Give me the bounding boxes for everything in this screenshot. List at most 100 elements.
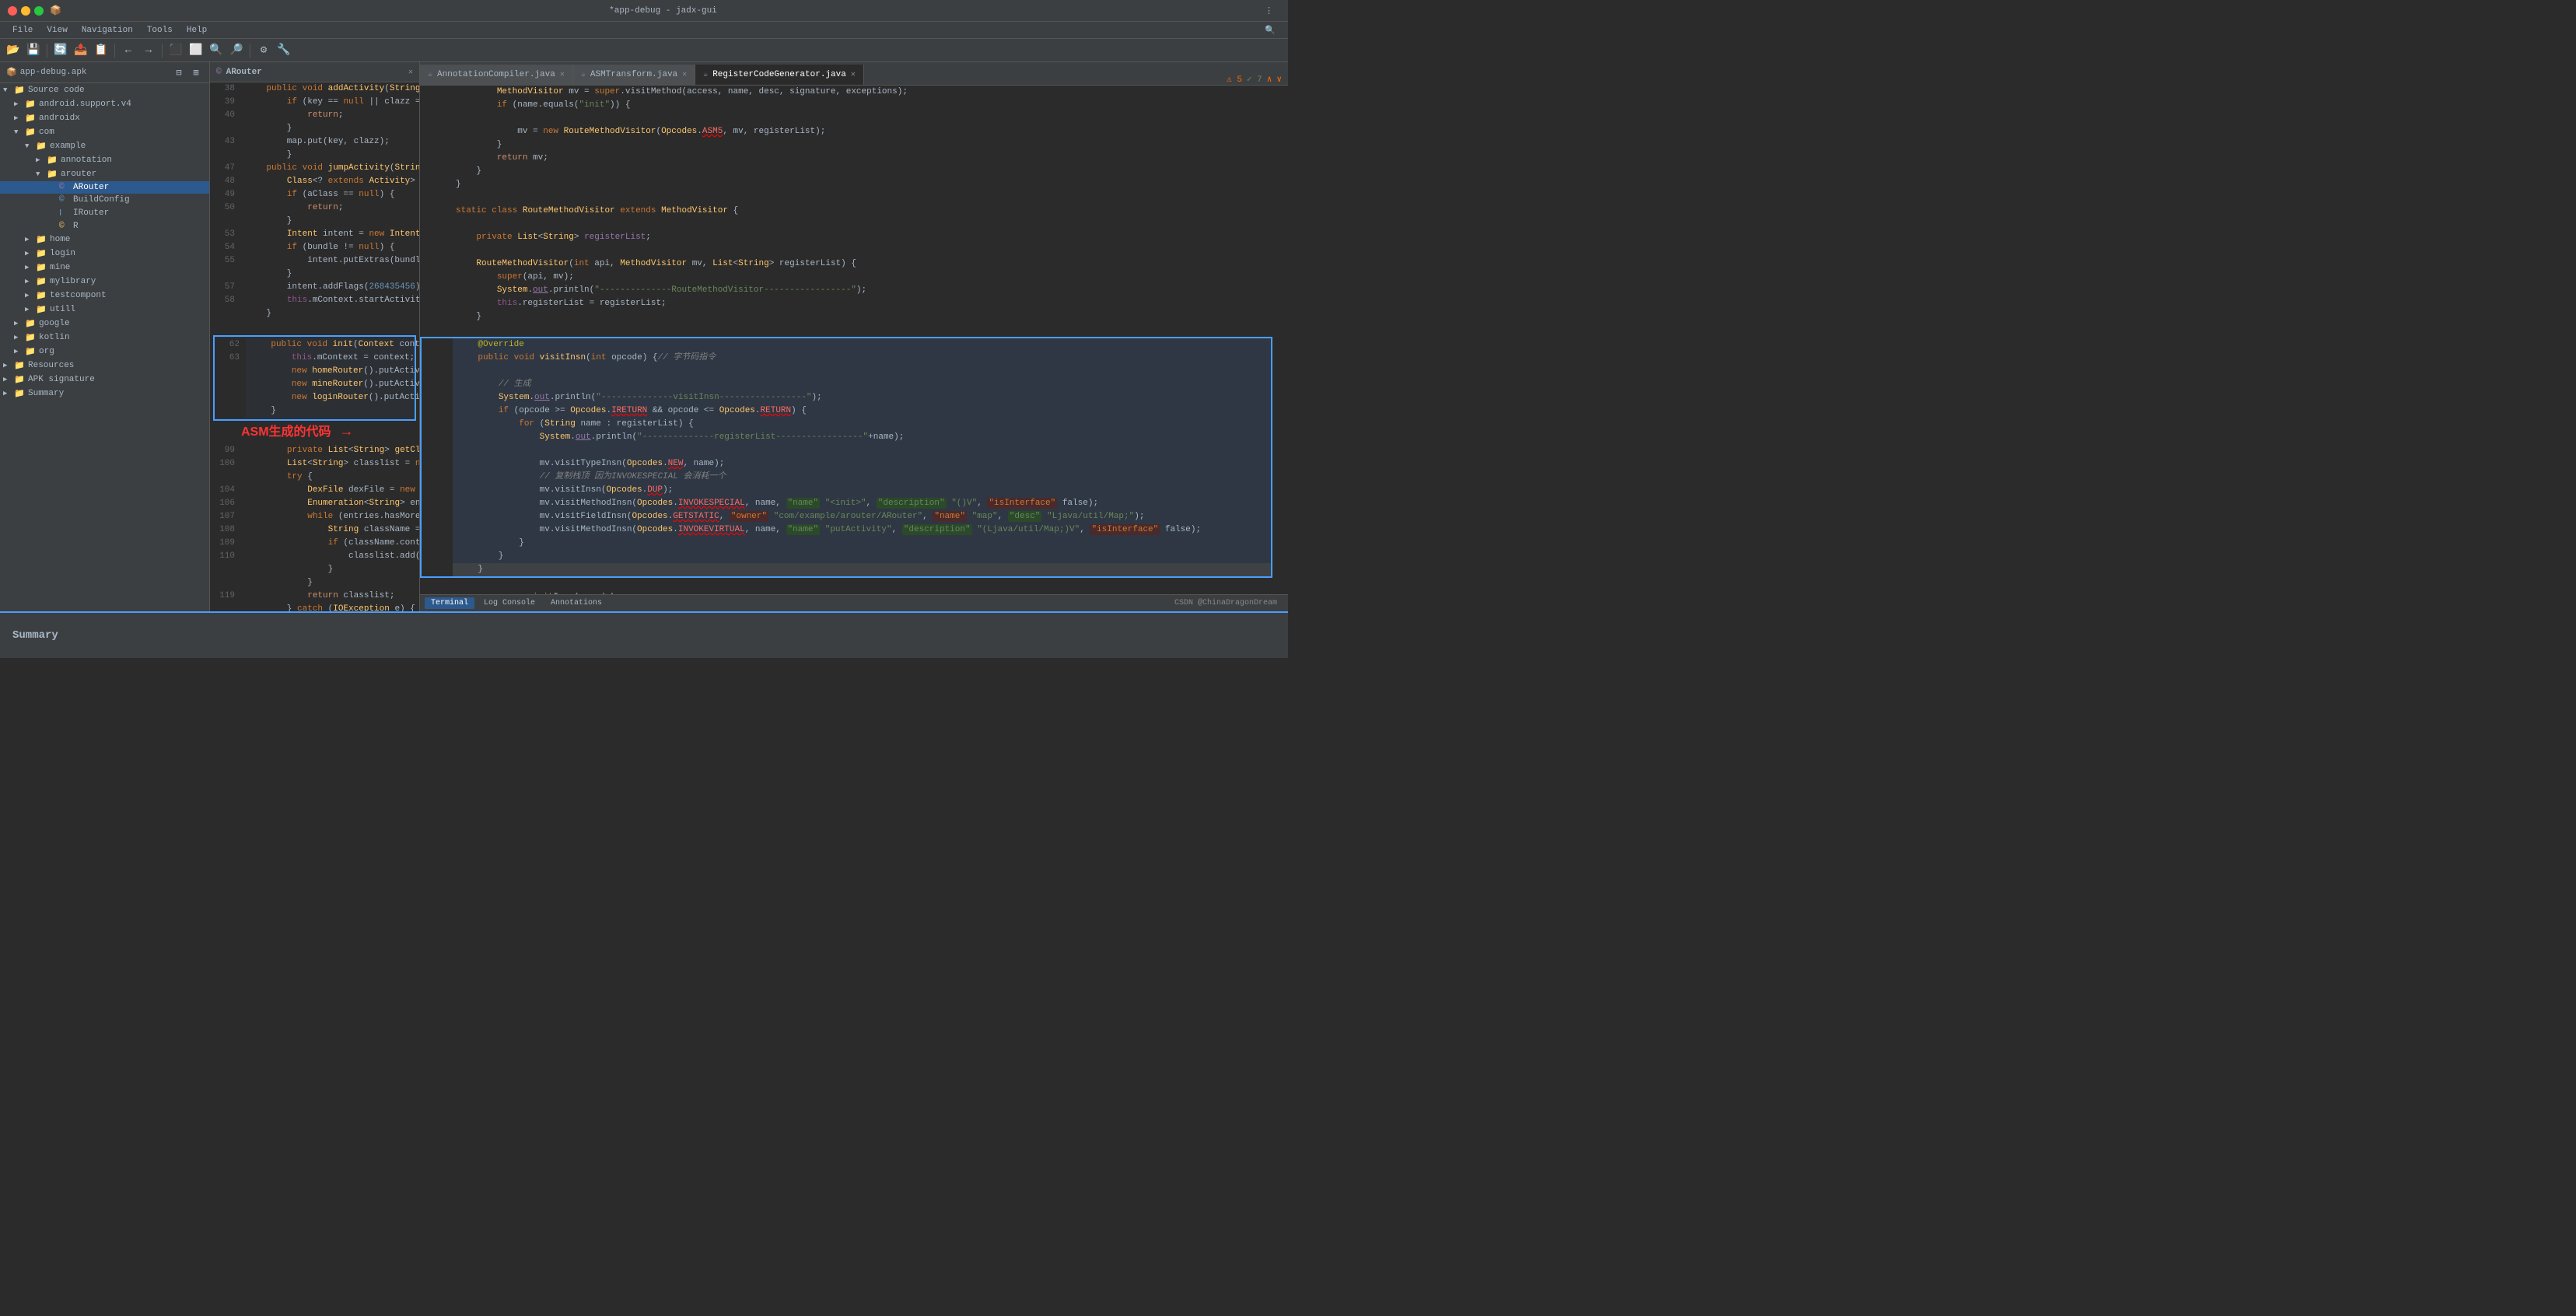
close-button[interactable] [8, 6, 17, 16]
save-button[interactable]: 💾 [25, 42, 42, 59]
code-line: System.out.println("--------------RouteM… [420, 284, 1279, 297]
tree-label: mylibrary [50, 277, 96, 286]
tab-register-code-gen[interactable]: ☕ RegisterCodeGenerator.java ✕ [695, 65, 864, 85]
tree-item-home[interactable]: ▶ 📁 home [0, 233, 209, 247]
tree-item-testcompont[interactable]: ▶ 📁 testcompont [0, 289, 209, 303]
menu-bar: File View Navigation Tools Help 🔍 [0, 22, 1288, 39]
expand-arrow: ▶ [3, 390, 14, 397]
decompile-button[interactable]: ⬜ [187, 42, 205, 59]
search-input-btn[interactable]: 🔎 [228, 42, 245, 59]
tab-annotation-compiler[interactable]: ☕ AnnotationCompiler.java ✕ [420, 65, 573, 85]
tab-close-btn[interactable]: ✕ [682, 70, 687, 79]
tab-close-btn[interactable]: ✕ [560, 70, 565, 79]
line-num [420, 112, 451, 125]
line-num [420, 244, 451, 257]
tree-item-login[interactable]: ▶ 📁 login [0, 247, 209, 261]
tab-label: AnnotationCompiler.java [437, 70, 555, 79]
tree-item-arouter[interactable]: ▼ 📁 arouter [0, 167, 209, 181]
tab-terminal[interactable]: Terminal [425, 597, 474, 609]
line-content: if (className.contains(pack [241, 537, 419, 550]
tree-item-apk-sig[interactable]: ▶ 📁 APK signature [0, 373, 209, 387]
code-line: 40 return; [210, 109, 419, 122]
line-content: return; [241, 201, 419, 215]
maximize-button[interactable] [34, 6, 44, 16]
java-class-icon: © [59, 183, 72, 192]
menu-view[interactable]: View [40, 24, 73, 37]
line-content: if (opcode >= Opcodes.IRETURN && opcode … [453, 404, 1271, 418]
open-button[interactable]: 📂 [5, 42, 22, 59]
code-line: @Override [422, 338, 1271, 352]
expand-icon[interactable]: ∧ [1267, 74, 1272, 85]
expand-all-btn[interactable]: ⊞ [189, 65, 203, 79]
tree-item-org[interactable]: ▶ 📁 org [0, 345, 209, 359]
forward-button[interactable]: → [140, 42, 157, 59]
line-num [210, 268, 241, 281]
center-tab-close[interactable]: ✕ [408, 68, 413, 77]
line-content: } [241, 576, 419, 590]
line-content [451, 324, 1279, 337]
tree-item-com[interactable]: ▼ 📁 com [0, 125, 209, 139]
tree-label: annotation [61, 156, 112, 165]
line-num [422, 418, 453, 431]
menu-navigation[interactable]: Navigation [75, 24, 139, 37]
tree-item-resources[interactable]: ▶ 📁 Resources [0, 359, 209, 373]
search-everywhere[interactable]: 🔍 [1265, 25, 1276, 36]
code-line: super(api, mv); [420, 271, 1279, 284]
tree-item-google[interactable]: ▶ 📁 google [0, 317, 209, 331]
tree-item-android-support[interactable]: ▶ 📁 android.support.v4 [0, 97, 209, 111]
menu-tools[interactable]: Tools [141, 24, 179, 37]
minimize-button[interactable] [21, 6, 30, 16]
tab-asm-transform[interactable]: ☕ ASMTransform.java ✕ [573, 65, 695, 85]
plugin-button[interactable]: 🔧 [275, 42, 292, 59]
line-content: RouteMethodVisitor(int api, MethodVisito… [451, 257, 1279, 271]
line-num [422, 563, 453, 576]
line-content: @Override [453, 338, 1271, 352]
tree-item-annotation[interactable]: ▶ 📁 annotation [0, 153, 209, 167]
line-num [420, 152, 451, 165]
line-num [422, 457, 453, 471]
code-line: } [422, 537, 1271, 550]
line-content [451, 112, 1279, 125]
tree-item-utill[interactable]: ▶ 📁 utill [0, 303, 209, 317]
warning-count: ⚠ 5 [1227, 74, 1242, 85]
separator-2 [114, 44, 115, 58]
tree-item-buildconfig[interactable]: © BuildConfig [0, 194, 209, 206]
tree-item-arouter-class[interactable]: © ARouter [0, 181, 209, 194]
line-num [420, 191, 451, 205]
menu-file[interactable]: File [6, 24, 39, 37]
tree-item-androidx[interactable]: ▶ 📁 androidx [0, 111, 209, 125]
folder-icon: 📁 [25, 332, 37, 343]
tree-item-irouter[interactable]: Ⅰ IRouter [0, 206, 209, 220]
tree-item-mine[interactable]: ▶ 📁 mine [0, 261, 209, 275]
line-content: // 生成 [453, 378, 1271, 391]
settings-button[interactable]: ⚙ [255, 42, 272, 59]
export-button[interactable]: 📤 [72, 42, 89, 59]
line-content: } [241, 149, 419, 162]
line-content: intent.putExtras(bundle); [241, 254, 419, 268]
smali-button[interactable]: ⬛ [167, 42, 184, 59]
expand-icon2[interactable]: ∨ [1276, 74, 1282, 85]
sync-button[interactable]: 🔄 [52, 42, 69, 59]
tree-scroll: ▼ 📁 Source code ▶ 📁 android.support.v4 ▶… [0, 83, 209, 611]
center-code-scroll[interactable]: 38 public void addActivity(String key, C… [210, 82, 419, 611]
tree-item-source-code[interactable]: ▼ 📁 Source code [0, 83, 209, 97]
line-num [422, 352, 453, 365]
menu-dots[interactable]: ⋮ [1265, 5, 1280, 16]
back-button[interactable]: ← [120, 42, 137, 59]
tree-item-kotlin[interactable]: ▶ 📁 kotlin [0, 331, 209, 345]
tab-annotations[interactable]: Annotations [544, 597, 608, 609]
tree-item-r[interactable]: © R [0, 220, 209, 233]
find-button[interactable]: 🔍 [208, 42, 225, 59]
tree-item-mylibrary[interactable]: ▶ 📁 mylibrary [0, 275, 209, 289]
tree-item-example[interactable]: ▼ 📁 example [0, 139, 209, 153]
code-line: 54 if (bundle != null) { [210, 241, 419, 254]
folder-icon: 📁 [14, 360, 26, 371]
collapse-all-btn[interactable]: ⊟ [172, 65, 186, 79]
tab-close-btn-active[interactable]: ✕ [851, 70, 856, 79]
export2-button[interactable]: 📋 [93, 42, 110, 59]
tab-log-console[interactable]: Log Console [478, 597, 541, 609]
right-highlighted-block: @Override public void visitInsn(int opco… [420, 337, 1272, 578]
tree-item-summary[interactable]: ▶ 📁 Summary [0, 387, 209, 401]
menu-help[interactable]: Help [180, 24, 213, 37]
right-code-scroll[interactable]: MethodVisitor mv = super.visitMethod(acc… [420, 86, 1288, 594]
